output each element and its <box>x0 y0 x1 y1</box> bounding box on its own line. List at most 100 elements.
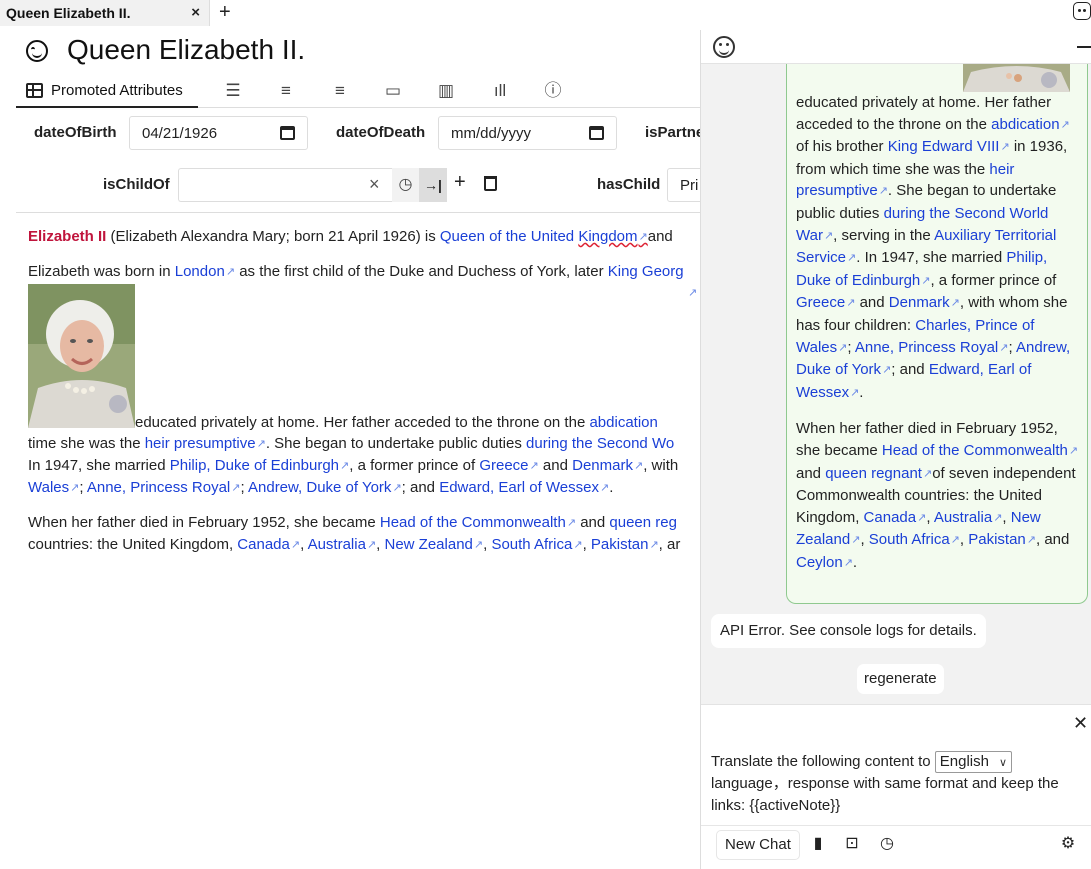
tab-queen-elizabeth[interactable]: Queen Elizabeth II. × <box>0 0 210 26</box>
ai-chat-panel: educated privately at home. Her father a… <box>700 30 1091 869</box>
link[interactable]: queen regnant <box>825 465 932 482</box>
checklist-icon[interactable]: ≡ <box>275 80 297 102</box>
chat-toolbar: New Chat ▮ ⊡ ◷ ⚙ <box>701 825 1091 865</box>
content-paragraph: Elizabeth II (Elizabeth Alexandra Mary; … <box>28 226 673 249</box>
regenerate-button[interactable]: regenerate <box>857 664 944 694</box>
prompt-text[interactable]: Translate the following content to Engli… <box>711 751 1083 817</box>
clear-icon[interactable]: × <box>369 174 380 195</box>
attr-label-ischildof: isChildOf <box>103 176 170 193</box>
text: and <box>855 294 889 312</box>
link[interactable]: Kingdom <box>578 228 647 245</box>
link[interactable]: Wales <box>28 479 79 496</box>
link[interactable]: South Africa <box>491 536 582 553</box>
calendar-icon[interactable] <box>280 126 295 140</box>
assistant-message: educated privately at home. Her father a… <box>786 64 1088 604</box>
history-icon[interactable]: ◷ <box>877 834 897 854</box>
queen-photo <box>28 284 135 428</box>
link[interactable]: abdication <box>991 116 1070 133</box>
text: . <box>609 479 614 496</box>
sliders-icon[interactable]: ☰ <box>222 80 244 102</box>
text: , a former prince of <box>349 457 480 474</box>
link[interactable]: Edward, Earl of Wessex <box>439 479 609 496</box>
book-icon[interactable]: ▮ <box>808 834 828 854</box>
bar-chart-icon[interactable]: ıll <box>489 80 511 102</box>
link[interactable]: Pakistan <box>591 536 659 553</box>
new-tab-button[interactable]: + <box>219 1 231 24</box>
link[interactable]: Greece <box>479 457 538 474</box>
text: ; and <box>401 479 440 496</box>
text: , <box>860 531 869 549</box>
link[interactable]: Pakistan <box>968 531 1036 548</box>
link[interactable]: queen reg <box>609 514 677 531</box>
text: and <box>796 464 826 482</box>
link[interactable]: Anne, Princess Royal <box>87 479 241 496</box>
link[interactable]: Denmark <box>889 294 960 311</box>
link[interactable]: Australia <box>308 536 377 553</box>
api-error-message: API Error. See console logs for details. <box>711 614 986 648</box>
dateofbirth-input[interactable]: 04/21/1926 <box>129 116 308 150</box>
link[interactable]: Canada <box>237 536 300 553</box>
link[interactable]: Greece <box>796 294 855 311</box>
link[interactable]: Head of the Commonwealth <box>882 442 1078 459</box>
link[interactable]: Philip, Duke of Edinburgh <box>170 457 350 474</box>
text: of his brother <box>796 138 888 156</box>
map-icon[interactable]: ▥ <box>435 80 457 102</box>
link[interactable]: South Africa <box>869 531 960 548</box>
link[interactable]: King Georg <box>608 263 684 280</box>
stack-icon[interactable]: ▭ <box>382 80 404 102</box>
tab-promoted-attributes[interactable]: Promoted Attributes <box>16 74 198 108</box>
chevron-down-icon: ∨ <box>998 757 1008 769</box>
attributes-divider <box>16 212 700 213</box>
language-select[interactable]: English ∨ <box>934 751 1013 773</box>
subject-name: Elizabeth II <box>28 228 107 245</box>
text: In 1947, she married <box>28 457 170 474</box>
link[interactable]: Andrew, Duke of York <box>248 479 402 496</box>
trash-icon[interactable] <box>484 176 497 191</box>
text: . <box>859 383 864 401</box>
link[interactable]: Denmark <box>572 457 643 474</box>
link[interactable]: London <box>175 263 235 280</box>
history-icon[interactable]: ◷ <box>392 168 419 202</box>
tab-close-button[interactable]: × <box>191 4 200 21</box>
link[interactable]: Australia <box>934 509 1003 526</box>
text: ; <box>1008 338 1016 356</box>
jump-to-icon[interactable]: →| <box>419 168 447 202</box>
link[interactable]: Queen of the United <box>440 228 578 245</box>
list-add-icon[interactable]: ≡ <box>329 80 351 102</box>
text: ; <box>847 338 855 356</box>
close-icon[interactable]: ✕ <box>1073 713 1088 734</box>
gear-icon[interactable]: ⚙ <box>1058 834 1078 854</box>
haschild-value: Pri <box>680 176 699 194</box>
language-value: English <box>939 753 989 770</box>
add-icon[interactable]: + <box>454 171 466 194</box>
new-chat-button[interactable]: New Chat <box>716 830 800 860</box>
tab-bar: Queen Elizabeth II. × + <box>0 0 1091 26</box>
text: and <box>538 457 573 474</box>
dateofdeath-input[interactable]: mm/dd/yyyy <box>438 116 617 150</box>
tab-title: Queen Elizabeth II. <box>6 5 131 21</box>
link[interactable]: Anne, Princess Royal <box>855 339 1009 356</box>
info-icon[interactable]: ⓘ <box>542 80 564 102</box>
note-title[interactable]: Queen Elizabeth II. <box>67 34 305 66</box>
text: ; and <box>891 361 929 379</box>
note-type-icon[interactable] <box>26 40 48 62</box>
link[interactable]: New Zealand <box>385 536 484 553</box>
link[interactable]: during the Second Wo <box>526 435 674 452</box>
prompt-prefix: Translate the following content to <box>711 753 935 770</box>
attr-label-haschild: hasChild <box>597 176 661 193</box>
chat-toggle-icon[interactable] <box>1073 2 1091 20</box>
link[interactable]: Head of the Commonwealth <box>380 514 576 531</box>
text: ; <box>240 479 248 496</box>
link[interactable]: Ceylon <box>796 554 853 571</box>
text: , and <box>1036 531 1070 549</box>
link[interactable]: King Edward VIII <box>888 138 1010 155</box>
text: , <box>376 536 385 553</box>
calendar-icon[interactable] <box>589 126 604 140</box>
note-content[interactable]: Elizabeth II (Elizabeth Alexandra Mary; … <box>28 226 700 666</box>
minimize-icon[interactable] <box>1077 46 1091 48</box>
queen-photo-thumbnail <box>963 64 1070 92</box>
link[interactable]: Canada <box>864 509 927 526</box>
link[interactable]: abdication <box>589 414 657 431</box>
terminal-icon[interactable]: ⊡ <box>842 834 862 854</box>
link[interactable]: heir presumptive <box>145 435 266 452</box>
